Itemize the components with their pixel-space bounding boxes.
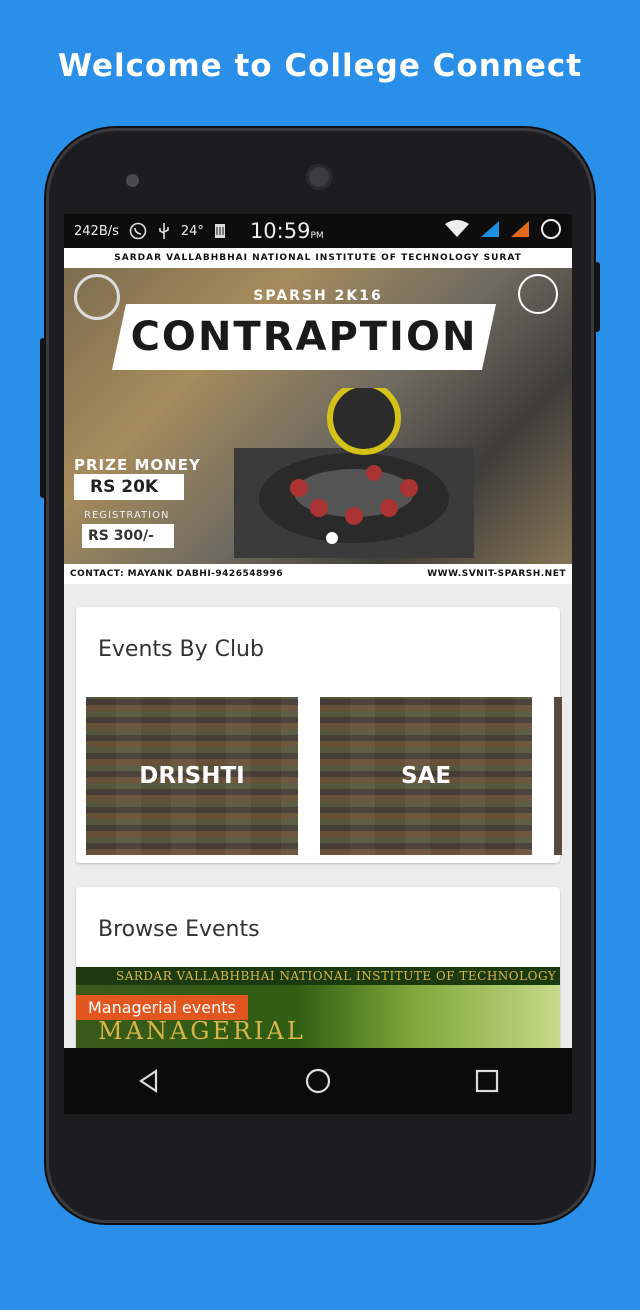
browse-events-title: Browse Events xyxy=(98,917,260,942)
navigation-bar xyxy=(64,1048,572,1114)
club-tile-sae[interactable]: SAE xyxy=(320,697,532,855)
events-by-club-card: Events By Club DRISHTI SAE xyxy=(76,607,562,863)
phone-frame: 242B/s 24° 10:59PM SARDAR VALLABHBHAI NA… xyxy=(40,128,600,1223)
status-bar: 242B/s 24° 10:59PM xyxy=(64,214,572,248)
signal-icon xyxy=(480,220,500,242)
volume-button xyxy=(40,338,46,498)
wifi-icon xyxy=(444,220,470,242)
recents-icon[interactable] xyxy=(457,1051,517,1111)
club-tile-drishti[interactable]: DRISHTI xyxy=(86,697,298,855)
events-by-club-title: Events By Club xyxy=(98,637,264,662)
sim-icon xyxy=(214,223,226,239)
home-icon[interactable] xyxy=(288,1051,348,1111)
banner-series: SPARSH 2K16 xyxy=(253,288,383,304)
headline: Welcome to College Connect xyxy=(57,48,583,84)
event-banner-carousel[interactable]: SARDAR VALLABHBHAI NATIONAL INSTITUTE OF… xyxy=(64,248,572,584)
front-camera xyxy=(126,174,139,187)
registration-value: RS 300/- xyxy=(82,524,174,548)
club-tile-next[interactable] xyxy=(554,697,562,855)
club-tile-label: DRISHTI xyxy=(139,763,245,789)
whatsapp-icon xyxy=(129,222,147,240)
signal-icon-2 xyxy=(510,220,530,242)
machine-illustration xyxy=(234,388,474,558)
temperature: 24° xyxy=(180,223,204,239)
prize-value: RS 20K xyxy=(74,474,184,500)
speaker-grille xyxy=(306,164,332,190)
event-image-header: SARDAR VALLABHBHAI NATIONAL INSTITUTE OF… xyxy=(76,967,560,985)
back-icon[interactable] xyxy=(119,1051,179,1111)
banner-footer: CONTACT: MAYANK DABHI-9426548996 WWW.SVN… xyxy=(64,564,572,584)
event-category-label: Managerial events xyxy=(76,995,248,1020)
registration-label: REGISTRATION xyxy=(84,510,170,521)
battery-icon xyxy=(540,218,562,244)
banner-website: WWW.SVNIT-SPARSH.NET xyxy=(427,569,566,579)
banner-contact: CONTACT: MAYANK DABHI-9426548996 xyxy=(70,569,284,579)
power-button xyxy=(594,262,600,332)
event-image-text: MANAGERIAL xyxy=(98,1017,306,1045)
banner-institute: SARDAR VALLABHBHAI NATIONAL INSTITUTE OF… xyxy=(64,248,572,268)
clock: 10:59PM xyxy=(249,219,324,243)
screen: 242B/s 24° 10:59PM SARDAR VALLABHBHAI NA… xyxy=(64,214,572,1114)
prize-label: PRIZE MONEY xyxy=(74,456,201,474)
club-list[interactable]: DRISHTI SAE xyxy=(86,697,562,855)
banner-title: CONTRAPTION xyxy=(130,314,478,360)
banner-title-box: CONTRAPTION xyxy=(111,304,497,370)
net-speed: 242B/s xyxy=(74,223,119,239)
club-tile-label: SAE xyxy=(400,763,452,789)
usb-icon xyxy=(157,222,171,240)
carousel-indicator[interactable] xyxy=(326,532,338,544)
